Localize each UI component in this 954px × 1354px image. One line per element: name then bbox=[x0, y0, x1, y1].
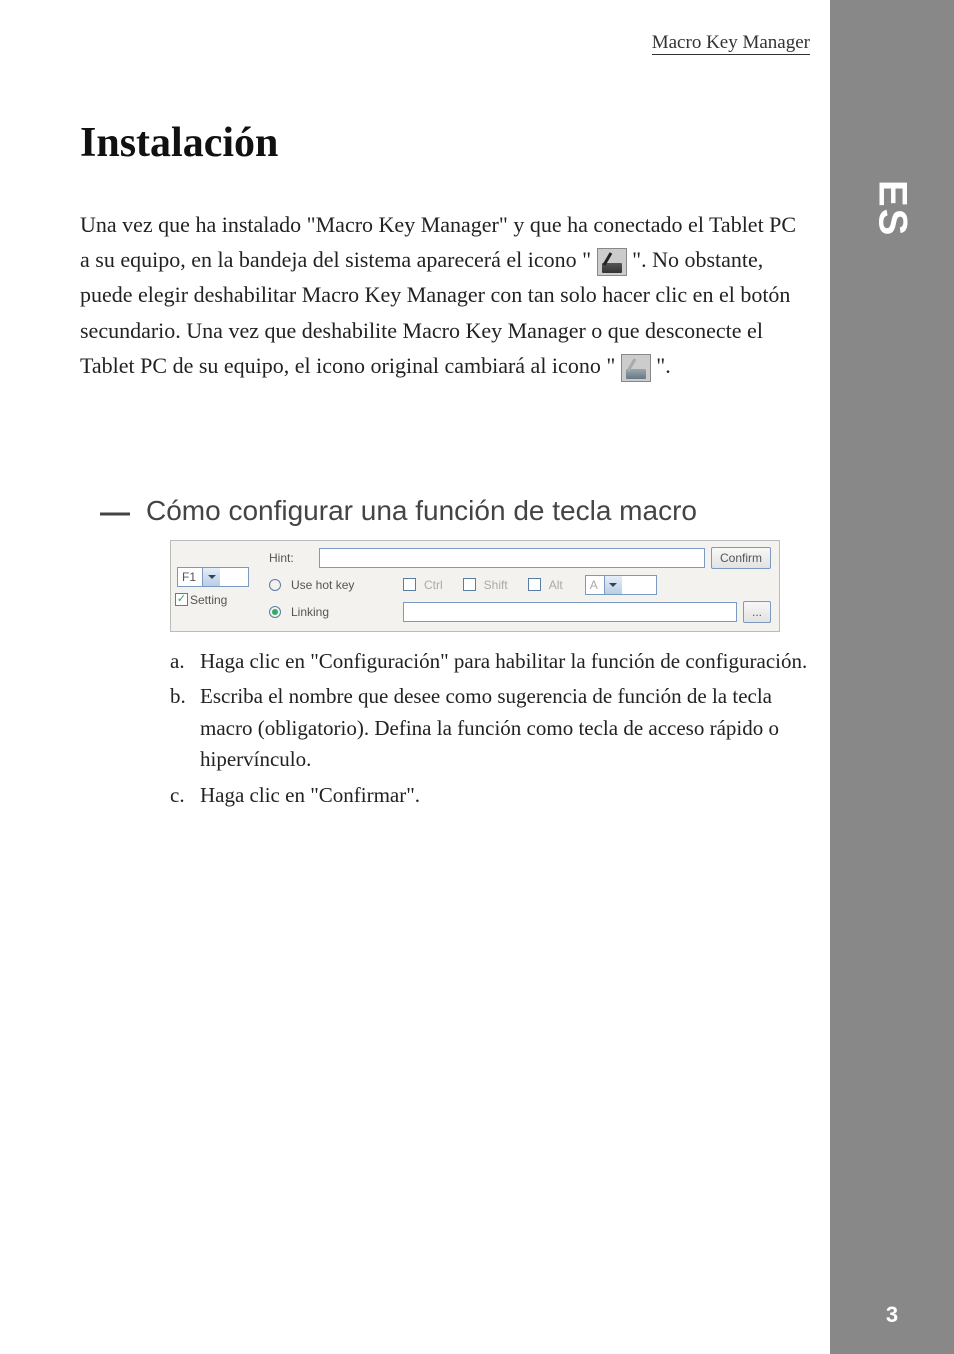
letter-dropdown-value: A bbox=[590, 578, 598, 592]
step-text-a: Haga clic en "Configuración" para habili… bbox=[200, 646, 807, 678]
tray-icon-enabled bbox=[597, 248, 627, 276]
letter-dropdown[interactable]: A bbox=[585, 575, 657, 595]
linking-radio[interactable] bbox=[269, 606, 281, 618]
step-text-c: Haga clic en "Confirmar". bbox=[200, 780, 420, 812]
chevron-down-icon bbox=[202, 568, 220, 586]
step-text-b: Escriba el nombre que desee como sugeren… bbox=[200, 681, 810, 776]
step-label-b: b. bbox=[170, 681, 200, 776]
section-bullet: — bbox=[100, 493, 130, 532]
alt-checkbox[interactable]: ✓ bbox=[528, 578, 541, 591]
shift-label: Shift bbox=[484, 578, 508, 592]
list-item: b. Escriba el nombre que desee como suge… bbox=[170, 681, 810, 776]
section-heading: — Cómo configurar una función de tecla m… bbox=[80, 493, 810, 532]
setting-checkbox[interactable]: ✓ bbox=[175, 593, 188, 606]
ctrl-checkbox[interactable]: ✓ bbox=[403, 578, 416, 591]
alt-label: Alt bbox=[549, 578, 563, 592]
confirm-button[interactable]: Confirm bbox=[711, 547, 771, 569]
running-header: Macro Key Manager bbox=[652, 32, 810, 55]
key-dropdown[interactable]: F1 bbox=[177, 567, 249, 587]
hotkey-radio[interactable] bbox=[269, 579, 281, 591]
chevron-down-icon bbox=[604, 576, 622, 594]
list-item: c. Haga clic en "Confirmar". bbox=[170, 780, 810, 812]
tray-icon-disabled bbox=[621, 354, 651, 382]
page-number: 3 bbox=[886, 1302, 898, 1328]
instruction-list: a. Haga clic en "Configuración" para hab… bbox=[170, 646, 810, 812]
list-item: a. Haga clic en "Configuración" para hab… bbox=[170, 646, 810, 678]
page-title: Instalación bbox=[80, 119, 810, 167]
key-dropdown-value: F1 bbox=[182, 570, 196, 584]
hint-label: Hint: bbox=[269, 551, 313, 565]
ctrl-label: Ctrl bbox=[424, 578, 443, 592]
shift-checkbox[interactable]: ✓ bbox=[463, 578, 476, 591]
language-indicator: ES bbox=[870, 180, 915, 237]
screenshot-panel: F1 ✓ Setting Hint: Confirm Use hot key bbox=[170, 540, 780, 632]
browse-button[interactable]: ... bbox=[743, 601, 771, 623]
step-label-c: c. bbox=[170, 780, 200, 812]
intro-paragraph: Una vez que ha instalado "Macro Key Mana… bbox=[80, 207, 810, 383]
hint-input[interactable] bbox=[319, 548, 705, 568]
hotkey-label: Use hot key bbox=[291, 578, 361, 592]
section-title-text: Cómo configurar una función de tecla mac… bbox=[146, 493, 697, 529]
setting-label: Setting bbox=[190, 593, 227, 607]
linking-input[interactable] bbox=[403, 602, 737, 622]
linking-label: Linking bbox=[291, 605, 361, 619]
page-content: Macro Key Manager Instalación Una vez qu… bbox=[0, 0, 830, 1354]
side-tab: ES 3 bbox=[830, 0, 954, 1354]
step-label-a: a. bbox=[170, 646, 200, 678]
intro-text-c: ". bbox=[656, 353, 670, 378]
